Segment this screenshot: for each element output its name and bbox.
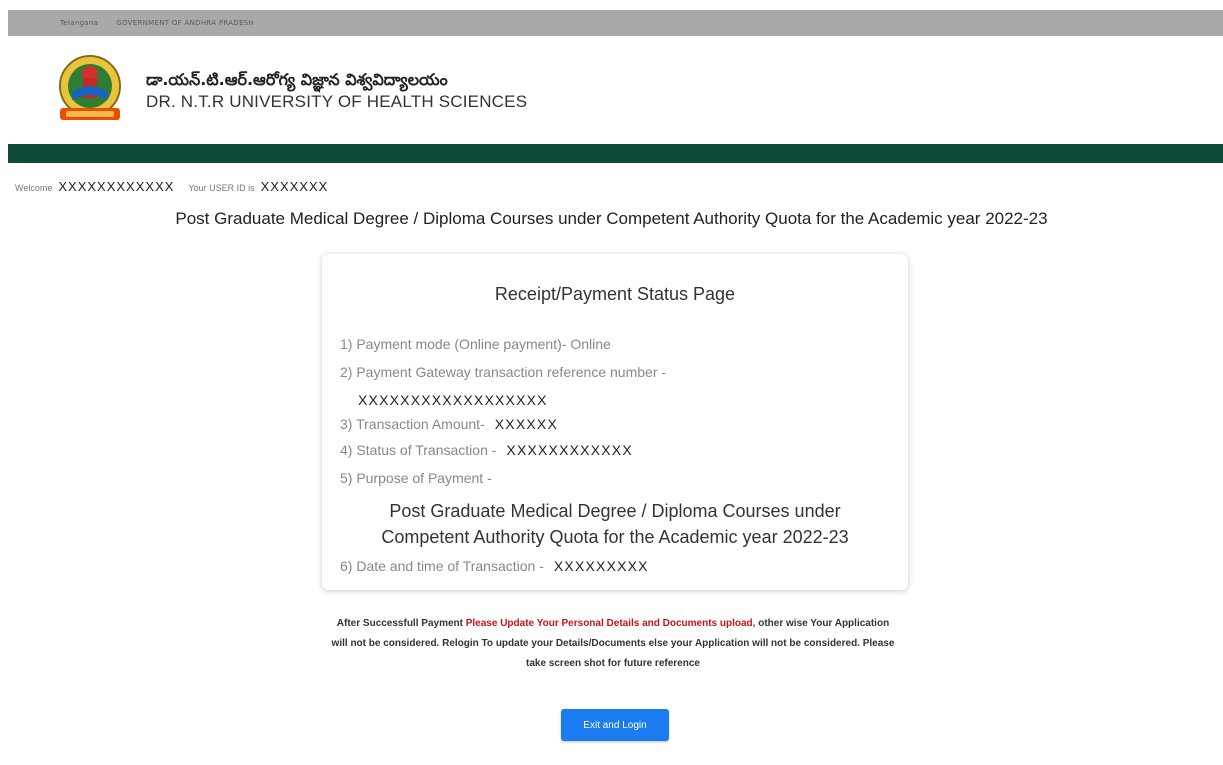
university-name-english: DR. N.T.R UNIVERSITY OF HEALTH SCIENCES — [146, 92, 528, 111]
purpose-label: 5) Purpose of Payment - — [340, 470, 492, 486]
top-navigation-bar: Telangana GOVERNMENT OF ANDHRA PRADESH — [8, 10, 1223, 36]
purpose-line-2: Competent Authority Quota for the Academ… — [381, 527, 849, 547]
welcome-name: XXXXXXXXXXXX — [58, 179, 175, 194]
exit-and-login-button[interactable]: Exit and Login — [561, 709, 669, 741]
university-name-telugu: డా.యన్.టి.ఆర్.ఆరోగ్య విజ్ఞాన విశ్వవిద్యా… — [146, 70, 448, 89]
transaction-amount-value: XXXXXX — [494, 416, 558, 432]
topbar-link-telangana[interactable]: Telangana — [60, 19, 98, 27]
transaction-status-value: XXXXXXXXXXXX — [506, 442, 633, 458]
notice-highlight: Please Update Your Personal Details and … — [465, 618, 756, 629]
welcome-row: Welcome XXXXXXXXXXXX Your USER ID is XXX… — [15, 179, 342, 194]
transaction-status-line: 4) Status of Transaction - XXXXXXXXXXXX — [340, 442, 633, 458]
transaction-amount-label: 3) Transaction Amount- — [340, 416, 485, 432]
header-divider-bar — [8, 144, 1223, 163]
welcome-label: Welcome — [15, 183, 53, 193]
payment-mode-line: 1) Payment mode (Online payment)- Online — [340, 336, 611, 352]
userid-value: XXXXXXX — [260, 179, 329, 194]
transaction-status-label: 4) Status of Transaction - — [340, 442, 497, 458]
transaction-amount-line: 3) Transaction Amount- XXXXXX — [340, 416, 558, 432]
gateway-reference-value: XXXXXXXXXXXXXXXXXX — [358, 392, 548, 408]
gateway-reference-label: 2) Payment Gateway transaction reference… — [340, 364, 667, 380]
notice-prefix: After Successfull Payment — [336, 618, 466, 629]
purpose-of-payment-text: Post Graduate Medical Degree / Diploma C… — [322, 498, 908, 550]
purpose-line-1: Post Graduate Medical Degree / Diploma C… — [389, 501, 841, 521]
university-logo-icon — [59, 55, 121, 120]
receipt-title: Receipt/Payment Status Page — [494, 284, 736, 304]
topbar-link-government[interactable]: GOVERNMENT OF ANDHRA PRADESH — [116, 19, 254, 27]
post-payment-notice: After Successfull Payment Please Update … — [330, 614, 896, 674]
transaction-datetime-label: 6) Date and time of Transaction - — [340, 558, 544, 574]
receipt-card: Receipt/Payment Status Page 1) Payment m… — [322, 254, 908, 590]
site-header: డా.యన్.టి.ఆర్.ఆరోగ్య విజ్ఞాన విశ్వవిద్యా… — [8, 36, 1223, 144]
transaction-datetime-line: 6) Date and time of Transaction - XXXXXXX… — [340, 558, 649, 574]
userid-label: Your USER ID is — [188, 183, 255, 193]
page-title: Post Graduate Medical Degree / Diploma C… — [175, 209, 1048, 228]
transaction-datetime-value: XXXXXXXXX — [553, 558, 649, 574]
